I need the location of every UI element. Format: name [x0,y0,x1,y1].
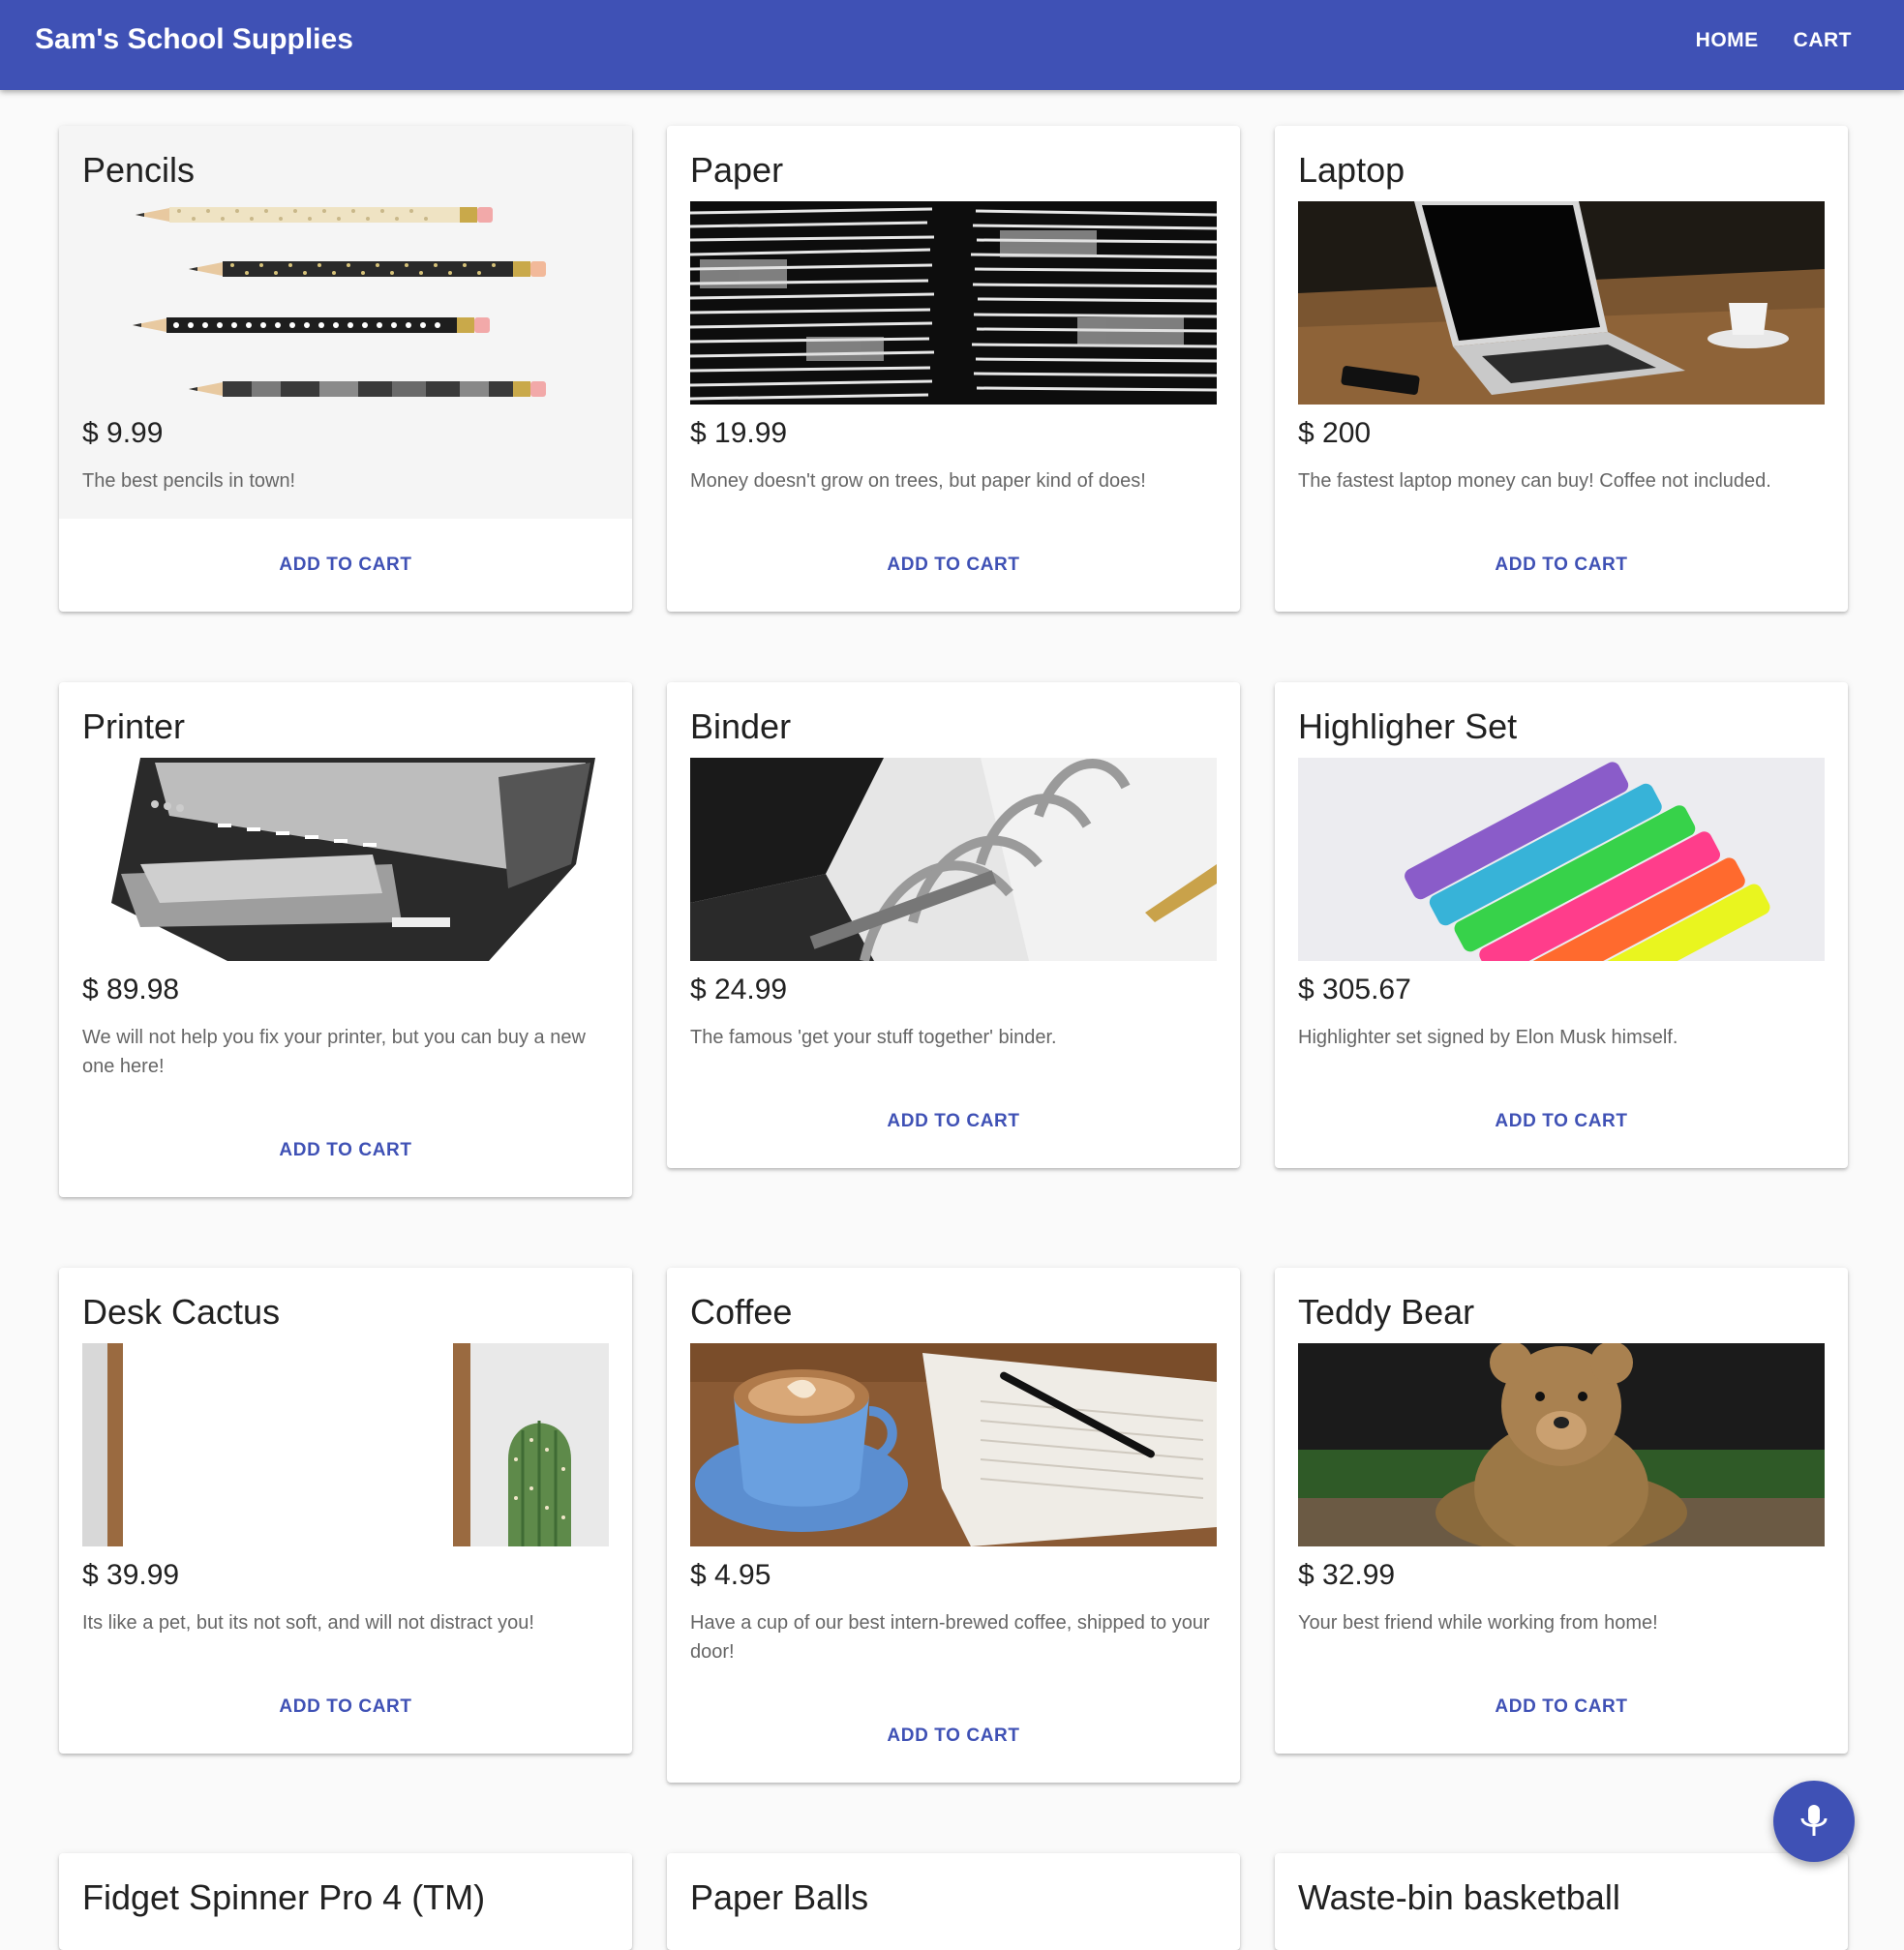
add-to-cart-button[interactable]: ADD TO CART [1495,1696,1627,1718]
top-nav: HOME CART [1696,29,1852,52]
product-image-teddy-bear [1298,1343,1825,1546]
product-name: Binder [690,706,792,746]
product-description: Your best friend while working from home… [1298,1612,1658,1634]
product-price: $ 4.95 [690,1559,771,1591]
product-card-printer: Printer $ 89.98 We will not help you fix… [59,682,632,1197]
product-price: $ 24.99 [690,974,788,1005]
product-card-laptop: Laptop $ 200 The fastest laptop money ca… [1275,126,1848,612]
product-image-printer [82,758,609,961]
product-card-paper-balls: Paper Balls [667,1853,1240,1950]
product-card-teddy-bear: Teddy Bear $ 32.99 Your best friend whil… [1275,1268,1848,1754]
product-name: Fidget Spinner Pro 4 (TM) [82,1877,486,1917]
product-card-desk-cactus: Desk Cactus $ 39.99 Its like a pet, but … [59,1268,632,1754]
product-card-fidget-spinner: Fidget Spinner Pro 4 (TM) [59,1853,632,1950]
add-to-cart-button[interactable]: ADD TO CART [1495,1111,1627,1132]
product-card-coffee: Coffee $ 4.95 Have a cup of our best int… [667,1268,1240,1783]
product-name: Printer [82,706,186,746]
add-to-cart-button[interactable]: ADD TO CART [279,1696,411,1718]
add-to-cart-button[interactable]: ADD TO CART [887,1725,1019,1747]
product-price: $ 9.99 [82,417,164,449]
product-description: We will not help you fix your printer, b… [82,1027,586,1077]
product-name: Pencils [82,150,196,190]
product-price: $ 200 [1298,417,1372,449]
product-name: Coffee [690,1292,793,1332]
product-description: The best pencils in town! [82,470,296,492]
product-card-pencils: Pencils $ 9.99 The best pencils in town!… [59,126,632,612]
product-image-binder [690,758,1217,961]
app-title[interactable]: Sam's School Supplies [35,23,353,56]
product-price: $ 89.98 [82,974,180,1005]
product-image-coffee [690,1343,1217,1546]
product-name: Paper [690,150,784,190]
product-card-paper: Paper $ 19.99 Money doesn't grow on tree… [667,126,1240,612]
app-bar: Sam's School Supplies HOME CART [0,0,1904,90]
add-to-cart-button[interactable]: ADD TO CART [887,555,1019,576]
product-image-laptop [1298,201,1825,405]
product-price: $ 19.99 [690,417,788,449]
microphone-icon [1800,1805,1828,1836]
product-name: Paper Balls [690,1877,869,1917]
product-description: The famous 'get your stuff together' bin… [690,1027,1057,1048]
product-image-highlighters [1298,758,1825,961]
product-name: Waste-bin basketball [1298,1877,1620,1917]
product-description: Have a cup of our best intern-brewed cof… [690,1612,1210,1663]
add-to-cart-button[interactable]: ADD TO CART [887,1111,1019,1132]
product-card-waste-bin-basketball: Waste-bin basketball [1275,1853,1848,1950]
product-price: $ 305.67 [1298,974,1411,1005]
add-to-cart-button[interactable]: ADD TO CART [279,1140,411,1161]
product-name: Highligher Set [1298,706,1518,746]
product-description: Money doesn't grow on trees, but paper k… [690,470,1146,492]
product-name: Laptop [1298,150,1405,190]
product-name: Teddy Bear [1298,1292,1475,1332]
nav-cart[interactable]: CART [1794,29,1852,52]
product-price: $ 39.99 [82,1559,180,1591]
product-image-pencils [82,201,609,405]
product-price: $ 32.99 [1298,1559,1396,1591]
product-image-cactus [82,1343,609,1546]
product-image-paper [690,201,1217,405]
nav-home[interactable]: HOME [1696,29,1759,52]
voice-search-button[interactable] [1773,1781,1855,1862]
add-to-cart-button[interactable]: ADD TO CART [279,555,411,576]
product-card-binder: Binder $ 24.99 The famous 'get your stuf… [667,682,1240,1168]
product-description: Its like a pet, but its not soft, and wi… [82,1612,534,1634]
add-to-cart-button[interactable]: ADD TO CART [1495,555,1627,576]
product-card-highlighter-set: Highligher Set $ 305.67 Highlighter set … [1275,682,1848,1168]
product-description: The fastest laptop money can buy! Coffee… [1298,470,1771,492]
product-description: Highlighter set signed by Elon Musk hims… [1298,1027,1678,1048]
product-name: Desk Cactus [82,1292,281,1332]
